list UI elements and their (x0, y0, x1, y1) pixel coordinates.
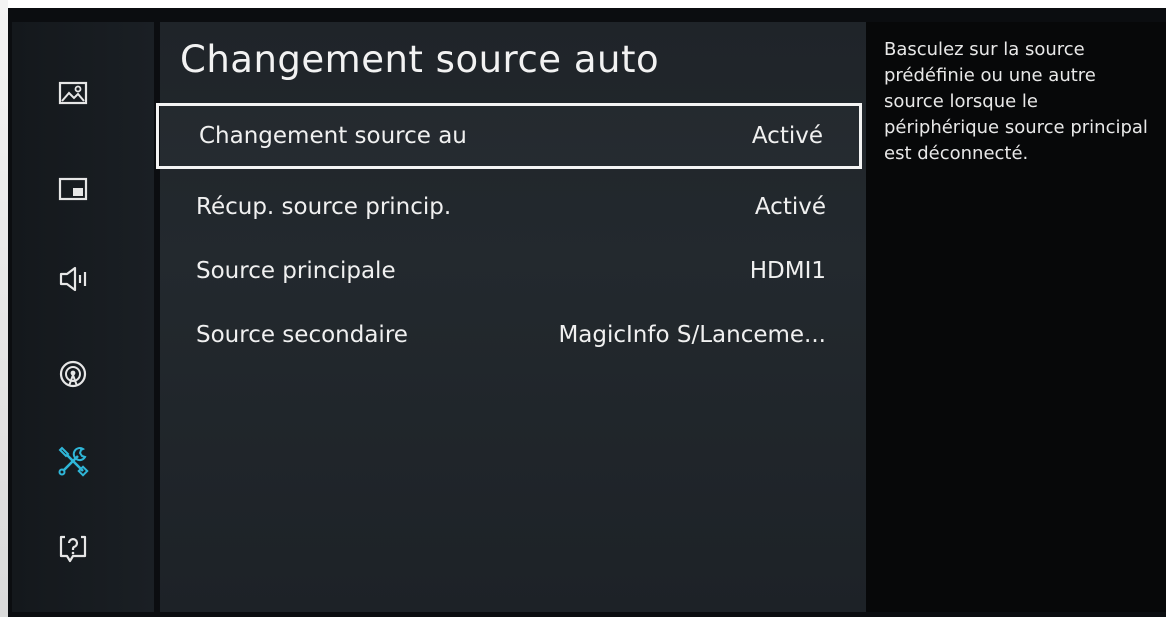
bezel (0, 0, 1174, 8)
help-text: Basculez sur la source prédéfinie ou une… (884, 39, 1148, 164)
bezel (0, 617, 1174, 631)
menu-item-label: Changement source au (199, 123, 467, 149)
menu-item-value: Activé (751, 123, 823, 149)
bezel (0, 0, 8, 631)
menu-item-value: MagicInfo S/Lanceme... (558, 322, 826, 348)
menu-item-source-secondaire[interactable]: Source secondaire MagicInfo S/Lanceme... (156, 302, 862, 368)
bezel (1166, 0, 1174, 631)
network-icon[interactable] (54, 356, 92, 394)
menu-item-label: Source principale (196, 258, 396, 284)
menu-item-source-principale[interactable]: Source principale HDMI1 (156, 238, 862, 304)
menu-item-changement-source-auto[interactable]: Changement source au Activé (156, 103, 862, 169)
screen-layout-icon[interactable] (54, 170, 92, 208)
menu-item-value: HDMI1 (749, 258, 826, 284)
tools-icon[interactable] (54, 442, 92, 480)
menu-item-recup-source-princip[interactable]: Récup. source princip. Activé (156, 174, 862, 240)
support-icon[interactable] (54, 530, 92, 568)
picture-icon[interactable] (54, 74, 92, 112)
tv-screen: Changement source auto Changement source… (0, 0, 1174, 631)
menu-item-label: Source secondaire (196, 322, 408, 348)
menu-item-value: Activé (754, 194, 826, 220)
page-title: Changement source auto (180, 38, 660, 81)
sound-icon[interactable] (54, 260, 92, 298)
menu-item-label: Récup. source princip. (196, 194, 452, 220)
